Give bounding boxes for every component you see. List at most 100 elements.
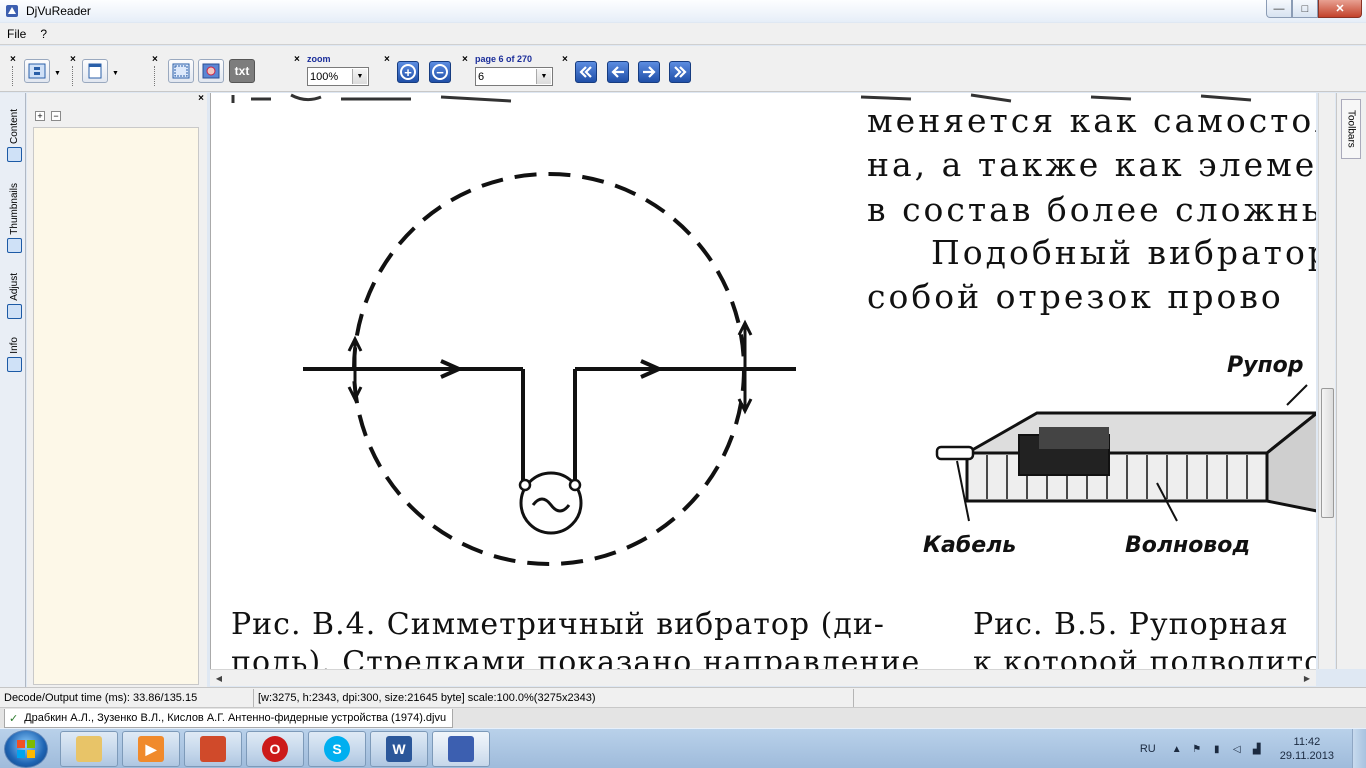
page-label: page 6 of 270 — [475, 54, 533, 64]
scroll-left-icon[interactable]: ◀ — [212, 672, 226, 685]
chevron-down-icon[interactable]: ▼ — [112, 70, 119, 77]
label-cable: Кабель — [923, 533, 1017, 558]
zoom-in-icon: + — [400, 64, 416, 80]
tree-view-icon — [28, 63, 46, 79]
toolbar-close-icon[interactable]: × — [70, 54, 76, 65]
action-center-flag-icon[interactable]: ⚑ — [1190, 742, 1204, 756]
taskbar-installer-button[interactable] — [184, 731, 242, 767]
toolbar-close-icon[interactable]: × — [10, 54, 16, 65]
toolbar-grip[interactable] — [72, 66, 74, 86]
show-desktop-button[interactable] — [1352, 729, 1366, 768]
clock-time: 11:42 — [1293, 736, 1321, 748]
thumbnails-icon — [6, 237, 22, 253]
previous-page-button[interactable] — [607, 61, 629, 83]
content-tree[interactable] — [33, 127, 199, 685]
chevron-down-icon[interactable]: ▼ — [54, 70, 61, 77]
toolbar-group-navigation: × — [562, 50, 702, 88]
vertical-scroll-thumb[interactable] — [1321, 388, 1334, 518]
toolbars-tab[interactable]: Toolbars — [1341, 99, 1361, 159]
system-tray: RU ▲ ⚑ ▮ ◁ ▟ 11:42 29.11.2013 — [1140, 729, 1366, 768]
page-select[interactable]: 6 ▼ — [475, 67, 553, 86]
doc-line-5: собой отрезок прово — [867, 277, 1284, 316]
taskbar-opera-button[interactable]: O — [246, 731, 304, 767]
taskbar-word-button[interactable]: W — [370, 731, 428, 767]
toolbar-close-icon[interactable]: × — [294, 54, 300, 65]
toolbar-group-layout: × ▼ — [70, 50, 126, 88]
toolbar-close-icon[interactable]: × — [562, 54, 568, 65]
taskbar-media-player-button[interactable]: ▶ — [122, 731, 180, 767]
clock[interactable]: 11:42 29.11.2013 — [1280, 735, 1334, 763]
checkmark-icon: ✓ — [9, 712, 19, 725]
taskbar-skype-button[interactable]: S — [308, 731, 366, 767]
toolbar-grip[interactable] — [12, 66, 14, 86]
tab-info[interactable]: Info — [4, 337, 24, 372]
vertical-scrollbar[interactable] — [1318, 93, 1335, 669]
media-player-icon: ▶ — [138, 736, 164, 762]
image-snapshot-icon — [202, 63, 220, 79]
status-bar: Decode/Output time (ms): 33.86/135.15 [w… — [0, 687, 1366, 707]
clock-date: 29.11.2013 — [1279, 750, 1334, 762]
zoom-out-icon: − — [432, 64, 448, 80]
zoom-out-button[interactable]: − — [429, 61, 451, 83]
chevron-down-icon[interactable]: ▼ — [352, 69, 367, 84]
title-bar: DjVuReader — □ ✕ — [0, 0, 1366, 22]
menu-help[interactable]: ? — [33, 27, 54, 41]
chevron-down-icon[interactable]: ▼ — [536, 69, 551, 84]
start-button[interactable] — [4, 730, 48, 768]
arrow-right-icon — [643, 66, 656, 78]
horizontal-scrollbar[interactable]: ◀ ▶ — [210, 669, 1316, 686]
tab-content-label: Content — [8, 109, 20, 145]
caption-right-line-1: Рис. В.5. Рупорная — [973, 607, 1289, 642]
tab-adjust-label: Adjust — [8, 273, 20, 301]
minimize-button[interactable]: — — [1266, 0, 1292, 18]
content-panel: × + − — [27, 93, 207, 687]
toolbar-close-icon[interactable]: × — [152, 54, 158, 65]
window-controls: — □ ✕ — [1266, 0, 1362, 18]
menu-file[interactable]: File — [0, 27, 33, 41]
text-mode-button[interactable]: txt — [229, 59, 255, 83]
toolbar-group-zoom-buttons: × + − — [384, 50, 458, 88]
volume-icon[interactable]: ◁ — [1230, 742, 1244, 756]
tab-thumbnails[interactable]: Thumbnails — [4, 183, 24, 253]
page-layout-button[interactable] — [82, 59, 108, 83]
document-page-view[interactable]: меняется как самостоя на, а также как эл… — [210, 93, 1316, 669]
document-tab-bar: ✓ Драбкин А.Л., Зузенко В.Л., Кислов А.Г… — [0, 707, 1366, 728]
select-region-button[interactable] — [168, 59, 194, 83]
toolbars-tab-label: Toolbars — [1345, 110, 1357, 148]
toolbar-close-icon[interactable]: × — [462, 54, 468, 65]
page-value: 6 — [478, 70, 485, 83]
toolbar-group-tools: × txt — [152, 50, 262, 88]
doc-line-2: на, а также как элеме — [867, 145, 1316, 184]
tab-content[interactable]: Content — [4, 109, 24, 163]
expand-all-button[interactable]: + — [35, 111, 45, 121]
last-page-button[interactable] — [669, 61, 691, 83]
next-page-button[interactable] — [638, 61, 660, 83]
language-indicator[interactable]: RU — [1140, 743, 1156, 755]
collapse-all-button[interactable]: − — [51, 111, 61, 121]
maximize-button[interactable]: □ — [1292, 0, 1318, 18]
document-tab[interactable]: ✓ Драбкин А.Л., Зузенко В.Л., Кислов А.Г… — [4, 709, 454, 728]
power-icon[interactable]: ▮ — [1210, 742, 1224, 756]
scroll-right-icon[interactable]: ▶ — [1300, 672, 1314, 685]
close-button[interactable]: ✕ — [1318, 0, 1362, 18]
toolbar-close-icon[interactable]: × — [384, 54, 390, 65]
show-hidden-icons-icon[interactable]: ▲ — [1170, 742, 1184, 756]
windows-taskbar: ▶ O S W RU ▲ ⚑ ▮ ◁ ▟ 11:42 29.11.2013 — [0, 728, 1366, 768]
snapshot-button[interactable] — [198, 59, 224, 83]
panel-close-icon[interactable]: × — [198, 93, 204, 104]
menu-bar: File ? — [0, 23, 1366, 45]
taskbar-explorer-button[interactable] — [60, 731, 118, 767]
doc-line-1: меняется как самостоя — [867, 101, 1316, 140]
navigation-pane-button[interactable] — [24, 59, 50, 83]
first-page-button[interactable] — [575, 61, 597, 83]
zoom-in-button[interactable]: + — [397, 61, 419, 83]
zoom-select[interactable]: 100% ▼ — [307, 67, 369, 86]
tab-adjust[interactable]: Adjust — [4, 273, 24, 319]
network-icon[interactable]: ▟ — [1250, 742, 1264, 756]
taskbar-djvureader-button[interactable] — [432, 731, 490, 767]
toolbar-grip[interactable] — [154, 66, 156, 86]
label-waveguide: Волновод — [1125, 533, 1251, 558]
tree-tools: + − — [35, 111, 61, 121]
toolbar: × ▼ × ▼ × txt × zoom 100% ▼ × + − × page… — [0, 46, 1366, 92]
caption-right-line-2: к которой подводитс — [973, 645, 1316, 669]
